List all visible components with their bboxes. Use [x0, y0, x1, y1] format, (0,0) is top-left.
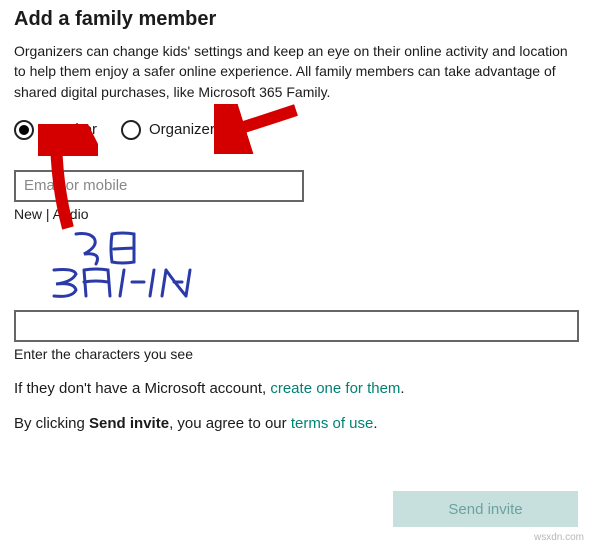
page-description: Organizers can change kids' settings and…	[14, 41, 574, 102]
captcha-label: Enter the characters you see	[14, 346, 578, 362]
captcha-image	[14, 224, 214, 304]
terms-link[interactable]: terms of use	[291, 415, 374, 432]
text-bold: Send invite	[89, 415, 169, 432]
text: If they don't have a Microsoft account,	[14, 380, 270, 397]
captcha-input[interactable]	[14, 310, 579, 342]
text: By clicking	[14, 415, 89, 432]
role-radiogroup: Member Organizer	[14, 120, 578, 140]
role-label: Organizer	[149, 121, 215, 138]
create-account-link[interactable]: create one for them	[270, 380, 400, 397]
watermark: wsxdn.com	[534, 532, 584, 543]
text: .	[400, 380, 404, 397]
role-option-organizer[interactable]: Organizer	[121, 120, 215, 140]
role-option-member[interactable]: Member	[14, 120, 97, 140]
role-label: Member	[42, 121, 97, 138]
radio-icon	[14, 120, 34, 140]
no-account-line: If they don't have a Microsoft account, …	[14, 380, 578, 397]
captcha-audio-link[interactable]: Audio	[53, 206, 89, 222]
separator: |	[42, 206, 53, 222]
captcha-controls: New | Audio	[14, 206, 578, 222]
radio-icon	[121, 120, 141, 140]
text: .	[373, 415, 377, 432]
send-invite-button[interactable]: Send invite	[393, 491, 578, 527]
text: , you agree to our	[169, 415, 291, 432]
email-field[interactable]	[14, 170, 304, 202]
page-title: Add a family member	[14, 8, 578, 31]
radio-selected-icon	[19, 125, 29, 135]
captcha-new-link[interactable]: New	[14, 206, 42, 222]
terms-line: By clicking Send invite, you agree to ou…	[14, 415, 578, 432]
